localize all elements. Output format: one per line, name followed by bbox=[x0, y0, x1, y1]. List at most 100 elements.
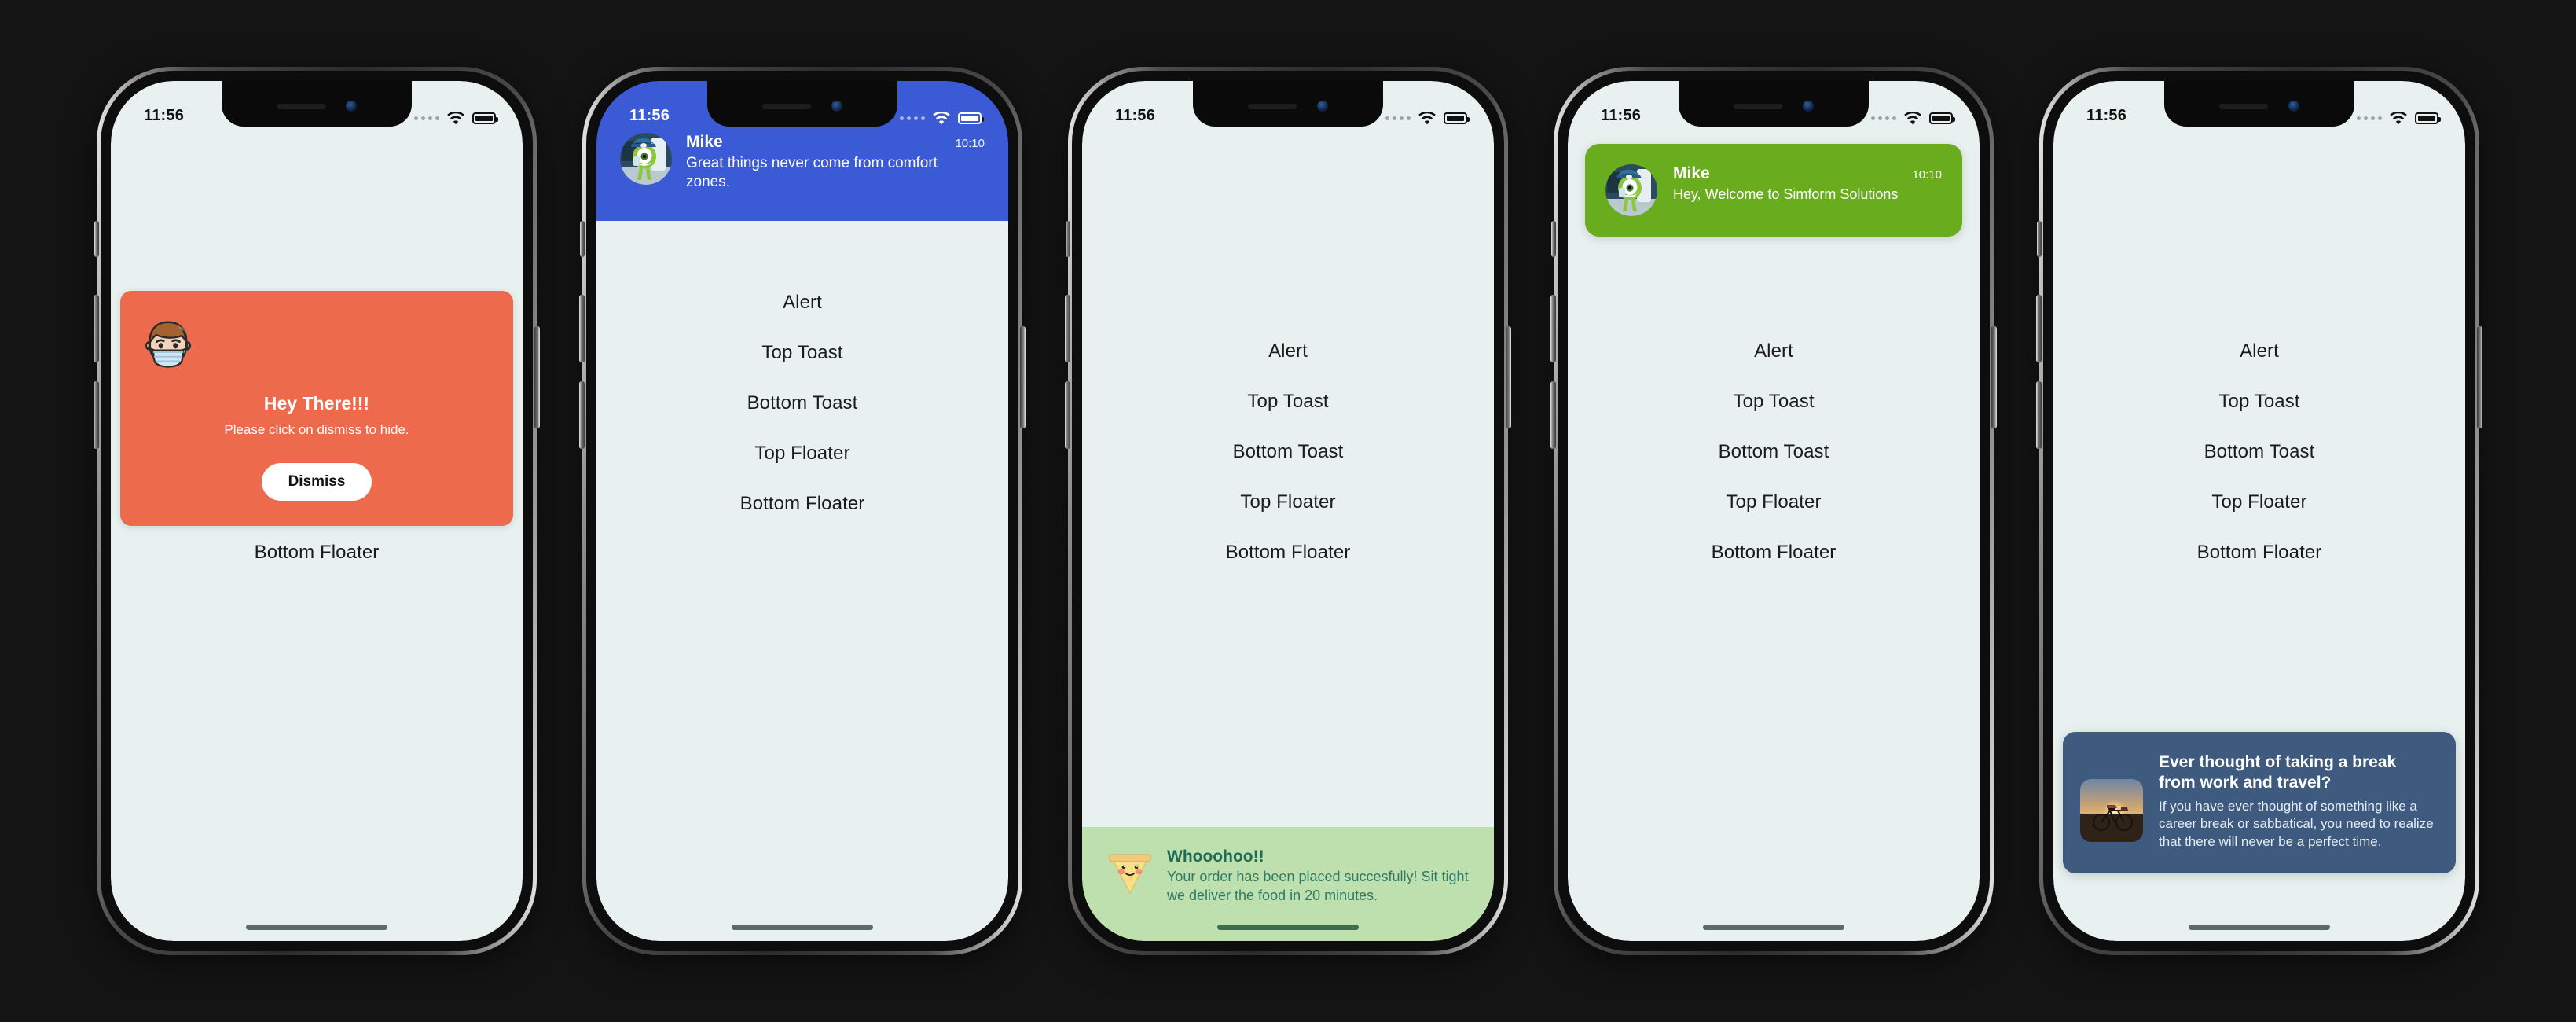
silent-switch-button[interactable] bbox=[2037, 221, 2042, 257]
phone-frame: 11:56 bbox=[1550, 67, 1997, 955]
phone-top-floater-demo: 11:56 Mike 10:10 Hey, Welcome to Simform… bbox=[1550, 67, 1997, 955]
front-camera-icon bbox=[1803, 101, 1814, 112]
toast-sender-name: Mike bbox=[686, 133, 723, 151]
power-button[interactable] bbox=[1991, 326, 1997, 428]
power-button[interactable] bbox=[2477, 326, 2482, 428]
phone-screen: 11:56 bbox=[1082, 81, 1494, 941]
status-time: 11:56 bbox=[1601, 107, 1642, 124]
volume-up-button[interactable] bbox=[94, 295, 99, 362]
earpiece-speaker-icon bbox=[1248, 103, 1297, 109]
screen-content: Mike 10:10 Hey, Welcome to Simform Solut… bbox=[1568, 130, 1980, 941]
volume-up-button[interactable] bbox=[1550, 295, 1556, 362]
earpiece-speaker-icon bbox=[762, 103, 811, 109]
status-time: 11:56 bbox=[629, 107, 670, 124]
menu-item-bottom-toast[interactable]: Bottom Toast bbox=[739, 378, 866, 428]
volume-up-button[interactable] bbox=[579, 295, 585, 362]
silent-switch-button[interactable] bbox=[1551, 221, 1556, 257]
home-indicator[interactable] bbox=[1703, 925, 1844, 930]
signal-dots-icon bbox=[414, 116, 439, 120]
menu-item-top-toast[interactable]: Top Toast bbox=[1725, 377, 1822, 427]
status-icons bbox=[1871, 112, 1955, 125]
menu-item-bottom-floater[interactable]: Bottom Floater bbox=[2189, 528, 2330, 578]
home-indicator[interactable] bbox=[2189, 925, 2330, 930]
menu-item-bottom-floater[interactable]: Bottom Floater bbox=[1218, 528, 1359, 578]
power-button[interactable] bbox=[1020, 326, 1026, 428]
menu-item-top-toast[interactable]: Top Toast bbox=[1239, 377, 1336, 427]
menu-item-bottom-floater[interactable]: Bottom Floater bbox=[732, 479, 873, 529]
top-floater-text: Mike 10:10 Hey, Welcome to Simform Solut… bbox=[1673, 164, 1942, 204]
volume-down-button[interactable] bbox=[579, 381, 585, 449]
phone-screen: 11:56 bbox=[596, 81, 1008, 941]
top-floater-card[interactable]: Mike 10:10 Hey, Welcome to Simform Solut… bbox=[1585, 144, 1962, 237]
notch bbox=[1679, 81, 1869, 127]
volume-down-button[interactable] bbox=[2036, 381, 2042, 449]
volume-down-button[interactable] bbox=[1550, 381, 1556, 449]
battery-full-icon bbox=[1444, 112, 1470, 124]
volume-up-button[interactable] bbox=[1065, 295, 1070, 362]
phone-frame: 11:56 bbox=[2036, 67, 2482, 955]
wifi-icon bbox=[2390, 112, 2407, 125]
earpiece-speaker-icon bbox=[2219, 103, 2268, 109]
silent-switch-button[interactable] bbox=[1066, 221, 1070, 257]
menu-list: Alert Top Toast Bottom Toast Top Floater… bbox=[596, 278, 1008, 529]
menu-item-bottom-floater[interactable]: Bottom Floater bbox=[1704, 528, 1844, 578]
volume-down-button[interactable] bbox=[1065, 381, 1070, 449]
notch bbox=[707, 81, 897, 127]
menu-item-top-floater[interactable]: Top Floater bbox=[1718, 477, 1829, 528]
status-time: 11:56 bbox=[1115, 107, 1156, 124]
signal-dots-icon bbox=[1871, 116, 1896, 120]
screen-content: Alert Top Toast Bottom Toast Top Floater… bbox=[1082, 130, 1494, 941]
status-time: 11:56 bbox=[144, 107, 185, 124]
menu-item-alert[interactable]: Alert bbox=[2232, 326, 2287, 377]
wifi-icon bbox=[933, 112, 950, 125]
wifi-icon bbox=[1904, 112, 1921, 125]
status-icons bbox=[1385, 112, 1470, 125]
silent-switch-button[interactable] bbox=[94, 221, 99, 257]
toast-text: Mike 10:10 Great things never come from … bbox=[686, 133, 985, 193]
alert-subtitle: Please click on dismiss to hide. bbox=[224, 422, 409, 437]
phone-inner-frame: 11:56 bbox=[1072, 71, 1504, 951]
floater-timestamp: 10:10 bbox=[1912, 168, 1942, 182]
power-button[interactable] bbox=[1506, 326, 1511, 428]
earpiece-speaker-icon bbox=[1734, 103, 1782, 109]
bottom-floater-card[interactable]: Ever thought of taking a break from work… bbox=[2063, 732, 2456, 873]
silent-switch-button[interactable] bbox=[580, 221, 585, 257]
volume-down-button[interactable] bbox=[94, 381, 99, 449]
screen-content: Hey There!!! Please click on dismiss to … bbox=[111, 130, 523, 941]
screen-content: Alert Top Toast Bottom Toast Top Floater… bbox=[596, 221, 1008, 941]
menu-item-alert[interactable]: Alert bbox=[1746, 326, 1801, 377]
menu-item-alert[interactable]: Alert bbox=[1260, 326, 1316, 377]
toast-message: Great things never come from comfort zon… bbox=[686, 155, 938, 191]
phone-bottom-toast-demo: 11:56 Alert Top Toast Bottom Toast Top F… bbox=[1065, 67, 1511, 955]
wifi-icon bbox=[447, 112, 464, 125]
dismiss-button[interactable]: Dismiss bbox=[261, 463, 372, 501]
menu-item-bottom-floater[interactable]: Bottom Floater bbox=[247, 528, 387, 578]
bottom-toast-title: Whooohoo!! bbox=[1167, 847, 1264, 866]
battery-full-icon bbox=[1929, 112, 1955, 124]
bottom-floater-title: Ever thought of taking a break from work… bbox=[2159, 753, 2397, 792]
battery-full-icon bbox=[2415, 112, 2441, 124]
phone-frame: 11:56 bbox=[1065, 67, 1511, 955]
signal-dots-icon bbox=[900, 116, 925, 120]
home-indicator[interactable] bbox=[732, 925, 873, 930]
phone-inner-frame: 11:56 bbox=[101, 71, 533, 951]
screen-content: Alert Top Toast Bottom Toast Top Floater… bbox=[2053, 130, 2465, 941]
menu-item-top-floater[interactable]: Top Floater bbox=[2204, 477, 2314, 528]
phone-inner-frame: 11:56 bbox=[1558, 71, 1990, 951]
volume-up-button[interactable] bbox=[2036, 295, 2042, 362]
menu-item-bottom-toast[interactable]: Bottom Toast bbox=[1225, 427, 1352, 477]
power-button[interactable] bbox=[534, 326, 540, 428]
menu-item-top-toast[interactable]: Top Toast bbox=[754, 328, 850, 378]
menu-item-top-floater[interactable]: Top Floater bbox=[1232, 477, 1343, 528]
menu-item-alert[interactable]: Alert bbox=[775, 278, 830, 328]
home-indicator[interactable] bbox=[1217, 925, 1359, 930]
menu-item-top-floater[interactable]: Top Floater bbox=[747, 428, 857, 479]
front-camera-icon bbox=[2288, 101, 2299, 112]
phone-screen: 11:56 bbox=[1568, 81, 1980, 941]
menu-item-top-toast[interactable]: Top Toast bbox=[2211, 377, 2307, 427]
phone-inner-frame: 11:56 bbox=[586, 71, 1018, 951]
menu-item-bottom-toast[interactable]: Bottom Toast bbox=[1711, 427, 1837, 477]
home-indicator[interactable] bbox=[246, 925, 387, 930]
menu-item-bottom-toast[interactable]: Bottom Toast bbox=[2196, 427, 2323, 477]
floater-sender-name: Mike bbox=[1673, 164, 1710, 182]
